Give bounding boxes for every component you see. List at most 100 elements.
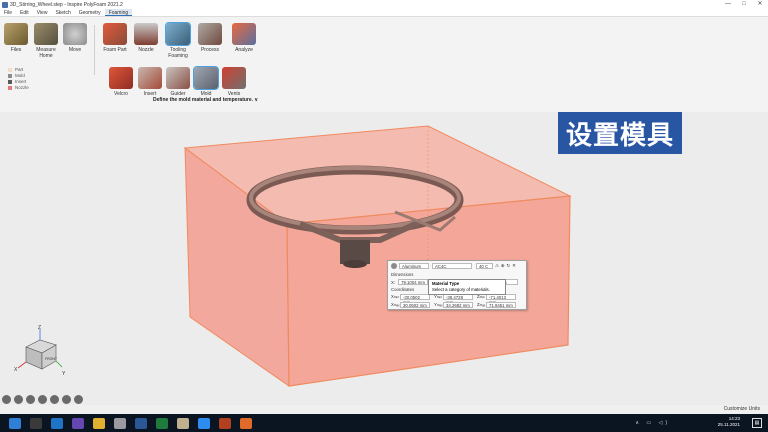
mold-button[interactable]: Mold <box>193 66 219 97</box>
xmin-field[interactable]: -30.0502 mm <box>400 294 430 305</box>
legend-swatch <box>8 86 12 90</box>
measure-home-button[interactable]: Measure Home <box>33 23 59 59</box>
pin-icon[interactable]: ⊕ <box>501 263 505 269</box>
guider-button[interactable]: Guider <box>165 67 191 97</box>
close-dialog-icon[interactable]: ✕ <box>512 263 516 269</box>
zmax-label: Zₘₐₓ <box>477 302 486 307</box>
clock[interactable]: 14:23 25.11.2021 <box>718 416 740 428</box>
notification-icon[interactable]: ▤ <box>752 418 762 428</box>
title-bar: 3D_Stirring_Wheel.step - Inspire PolyFoa… <box>0 0 768 9</box>
reset-icon[interactable]: ↻ <box>506 263 510 269</box>
material-category-select[interactable]: Aluminum <box>399 263 429 269</box>
guider-icon <box>166 67 190 89</box>
files-icon <box>4 23 28 45</box>
app-logo-icon <box>2 1 8 8</box>
part-legend: Part Mold Insert Nozzle <box>8 67 29 91</box>
zoom-app-icon[interactable] <box>198 417 210 429</box>
velcro-icon <box>109 67 133 89</box>
menu-file[interactable]: File <box>0 9 16 16</box>
xmax-label: Xₘₐₓ <box>391 302 400 307</box>
xmin-label: Xₘᵢₙ <box>391 294 399 299</box>
ribbon: Files Measure Home Move Foam Part Nozzle… <box>0 17 768 112</box>
measure-icon <box>34 23 58 45</box>
rotate-icon[interactable] <box>14 395 23 404</box>
measure-view-icon[interactable] <box>74 395 83 404</box>
analyze-button[interactable]: Analyze <box>230 23 258 53</box>
lesson-title-banner: 设置模具 <box>558 112 682 154</box>
xmax-field[interactable]: 30.0502 mm <box>400 302 430 308</box>
visibility-icon[interactable] <box>50 395 59 404</box>
menu-sketch[interactable]: Sketch <box>51 9 74 16</box>
foam-part-button[interactable]: Foam Part <box>101 23 129 53</box>
menu-foaming[interactable]: Foaming <box>104 9 133 16</box>
legend-item: Nozzle <box>8 85 29 91</box>
ymax-field[interactable]: 34.2682 mm <box>443 302 473 308</box>
3d-viewport[interactable] <box>0 112 768 415</box>
powerpoint-icon[interactable] <box>219 417 231 429</box>
mold-icon <box>193 66 219 90</box>
excel-icon[interactable] <box>156 417 168 429</box>
zoom-icon[interactable] <box>62 395 71 404</box>
tooling-foaming-button[interactable]: Tooling Foaming <box>164 22 192 59</box>
teams-icon[interactable] <box>72 417 84 429</box>
hint-expand-icon[interactable]: ∨ <box>254 97 258 103</box>
files-button[interactable]: Files <box>3 23 29 53</box>
process-icon <box>198 23 222 45</box>
status-bar: Customize Units <box>0 405 768 414</box>
menu-geometry[interactable]: Geometry <box>75 9 105 16</box>
maximize-button[interactable]: □ <box>736 0 752 9</box>
shading-icon[interactable] <box>38 395 47 404</box>
vents-button[interactable]: Vents <box>221 67 247 97</box>
x-dimension-field[interactable]: 79.1004 mm <box>398 279 429 285</box>
material-type-tooltip: Material Type Select a category of mater… <box>428 279 506 295</box>
move-icon <box>63 23 87 45</box>
legend-swatch <box>8 68 12 72</box>
material-select[interactable]: AC4C <box>432 263 472 269</box>
edge-icon[interactable] <box>51 417 63 429</box>
analyze-icon <box>232 23 256 45</box>
x-axis-label: X <box>14 367 18 373</box>
velcro-button[interactable]: Velcro <box>108 67 134 97</box>
ymax-label: Yₘₐₓ <box>434 302 443 307</box>
fit-view-icon[interactable] <box>2 395 11 404</box>
tooltip-body: Select a category of materials. <box>432 286 490 292</box>
polyfoam-taskbar-icon[interactable] <box>177 417 189 429</box>
chrome-icon[interactable] <box>93 417 105 429</box>
warning-icon[interactable]: ⚠ <box>495 263 499 269</box>
word-icon[interactable] <box>135 417 147 429</box>
section-icon[interactable] <box>26 395 35 404</box>
nozzle-icon <box>134 23 158 45</box>
start-icon[interactable] <box>9 417 21 429</box>
task-view-icon[interactable] <box>30 417 42 429</box>
taskbar: ∧ ▭ ◁) 14:23 25.11.2021 ▤ <box>0 414 768 432</box>
menu-view[interactable]: View <box>33 9 52 16</box>
menu-edit[interactable]: Edit <box>16 9 33 16</box>
foam-part-icon <box>103 23 127 45</box>
vents-icon <box>222 67 246 89</box>
app-window: 3D_Stirring_Wheel.step - Inspire PolyFoa… <box>0 0 768 432</box>
coordinates-label: Coordinates <box>391 287 415 292</box>
system-tray[interactable]: ∧ ▭ ◁) <box>635 420 670 426</box>
view-cube[interactable]: FRONT Z X Y <box>12 325 70 377</box>
insert-button[interactable]: Insert <box>137 67 163 97</box>
close-button[interactable]: ✕ <box>752 0 768 9</box>
view-tools <box>2 395 83 404</box>
move-button[interactable]: Move <box>62 23 88 53</box>
process-button[interactable]: Process <box>197 23 223 53</box>
minimize-button[interactable]: — <box>720 0 736 9</box>
ribbon-separator <box>94 25 95 75</box>
temperature-field[interactable]: 40 C <box>476 263 493 269</box>
material-type-icon[interactable] <box>391 263 397 269</box>
insert-icon <box>138 67 162 89</box>
app-icon[interactable] <box>114 417 126 429</box>
inspire-icon[interactable] <box>240 417 252 429</box>
legend-swatch <box>8 80 12 84</box>
nozzle-button[interactable]: Nozzle <box>133 23 159 53</box>
x-axis <box>17 361 27 369</box>
zmax-field[interactable]: 71.9451 mm <box>486 302 516 308</box>
tooling-icon <box>165 22 191 46</box>
dimensions-label: Dimensions <box>391 272 414 277</box>
tool-hint: Define the mold material and temperature… <box>153 97 259 103</box>
customize-units-button[interactable]: Customize Units <box>724 406 760 412</box>
window-title: 3D_Stirring_Wheel.step - Inspire PolyFoa… <box>10 1 123 8</box>
